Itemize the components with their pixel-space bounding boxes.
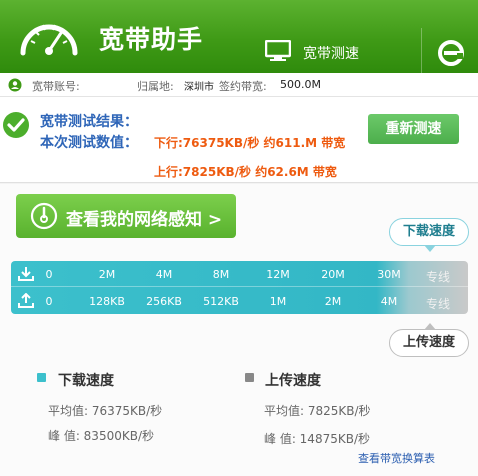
download-tick: 专线 (425, 270, 451, 284)
download-result-value: 下行:76375KB/秒 约611.M 带宽 (154, 136, 346, 150)
upload-tick: 4M (380, 295, 398, 308)
upload-scale-row: 0 128KB 256KB 512KB 1M 2M 4M 专线 (11, 288, 468, 314)
tab-speed-test-label: 宽带测速 (303, 46, 359, 62)
account-label: 宽带账号: (32, 80, 80, 93)
result-subtitle: 本次测试数值： (40, 135, 138, 151)
download-speed-bubble[interactable]: 下载速度 (389, 218, 469, 252)
upload-speed-bubble[interactable]: 上传速度 (389, 323, 469, 357)
user-icon (8, 78, 22, 92)
bandwidth-conversion-link[interactable]: 查看带宽换算表 (358, 450, 435, 466)
upload-tick: 1M (269, 295, 287, 308)
download-average: 平均值: 76375KB/秒 (48, 404, 163, 418)
app-title: 宽带助手 (99, 25, 204, 54)
download-stats-title: 下载速度 (58, 373, 114, 389)
download-tick: 8M (212, 268, 230, 281)
upload-average: 平均值: 7825KB/秒 (264, 404, 371, 418)
download-tick: 20M (321, 268, 345, 281)
speedometer-logo-icon (20, 24, 78, 56)
upload-tick: 专线 (425, 297, 451, 311)
download-tick: 30M (377, 268, 401, 281)
location-value: 深圳市 (184, 82, 214, 93)
app-header: 宽带助手 宽带测速 (0, 0, 478, 73)
monitor-icon (265, 40, 291, 61)
upload-tick: 0 (45, 295, 53, 308)
tab-speed-test[interactable]: 宽带测速 (253, 0, 413, 73)
contract-bandwidth-label: 签约带宽: (219, 80, 267, 93)
upload-tick: 128KB (89, 295, 125, 308)
view-network-perception-label: 查看我的网络感知 > (66, 210, 223, 230)
download-icon (18, 267, 34, 281)
view-network-perception-button[interactable]: 查看我的网络感知 > (16, 194, 236, 238)
upload-tick: 2M (324, 295, 342, 308)
download-tick: 0 (45, 268, 53, 281)
download-scale-row: 0 2M 4M 8M 12M 20M 30M 专线 (11, 261, 468, 287)
account-bar: 宽带账号: 归属地: 深圳市 签约带宽: 500.0M (0, 73, 478, 97)
location-label: 归属地: (137, 80, 174, 93)
upload-peak: 峰 值: 14875KB/秒 (264, 432, 370, 446)
result-title: 宽带测试结果： (40, 114, 138, 130)
download-tick: 2M (98, 268, 116, 281)
upload-stats-title: 上传速度 (265, 373, 321, 389)
check-circle-icon (3, 112, 29, 138)
download-legend-marker (37, 373, 46, 382)
upload-result-value: 上行:7825KB/秒 约62.6M 带宽 (154, 165, 337, 179)
speed-scale-bar: 0 2M 4M 8M 12M 20M 30M 专线 0 128KB 256KB … (11, 261, 468, 314)
browser-e-icon[interactable] (436, 38, 466, 68)
gauge-icon (30, 202, 58, 230)
upload-tick: 256KB (146, 295, 182, 308)
upload-tick: 512KB (203, 295, 239, 308)
contract-bandwidth-value: 500.0M (280, 78, 321, 91)
tab-divider (421, 28, 422, 73)
download-tick: 12M (266, 268, 290, 281)
download-peak: 峰 值: 83500KB/秒 (48, 429, 154, 443)
download-tick: 4M (155, 268, 173, 281)
retest-button[interactable]: 重新测速 (368, 114, 459, 144)
upload-legend-marker (245, 373, 254, 382)
upload-icon (18, 293, 34, 308)
